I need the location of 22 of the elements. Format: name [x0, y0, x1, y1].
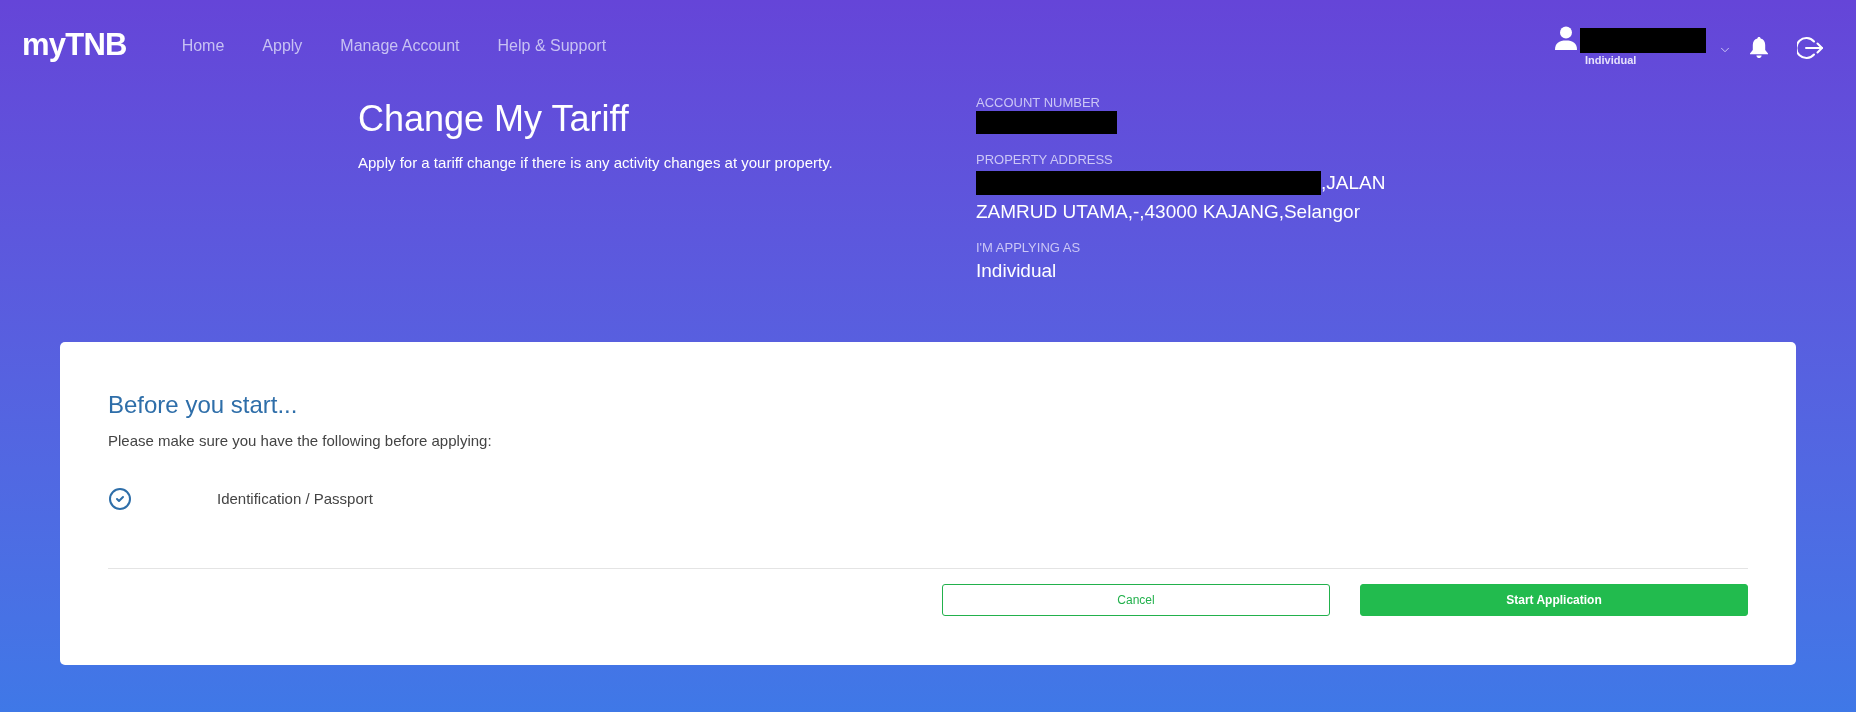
nav-link[interactable]: Manage Account — [340, 34, 460, 58]
checklist-item: Identification / Passport — [217, 488, 373, 509]
card-title: Before you start... — [108, 390, 298, 420]
start-button[interactable]: Start Application — [1360, 584, 1748, 616]
field-value: Individual — [976, 259, 1057, 283]
field-label: PROPERTY ADDRESS — [976, 152, 1113, 168]
nav-link[interactable]: Home — [181, 34, 225, 58]
user-role: Individual — [1585, 53, 1638, 67]
bell-icon[interactable] — [1750, 36, 1768, 58]
address-text: ,JALAN — [1321, 171, 1386, 195]
nav-link[interactable]: Help & Support — [497, 34, 607, 58]
logo[interactable]: myTNB — [22, 28, 127, 60]
field-label: I'M APPLYING AS — [976, 240, 1081, 256]
address-text: ZAMRUD UTAMA,-,43000 KAJANG,Selangor — [976, 200, 1360, 224]
nav-link[interactable]: Apply — [262, 34, 303, 58]
cancel-button[interactable]: Cancel — [942, 584, 1330, 616]
page-title: Change My Tariff — [358, 97, 629, 141]
field-label: ACCOUNT NUMBER — [976, 95, 1100, 111]
card-intro: Please make sure you have the following before applying: — [108, 432, 492, 450]
user-icon[interactable] — [1555, 25, 1577, 50]
logout-icon[interactable] — [1797, 35, 1823, 60]
page-subtitle: Apply for a tariff change if there is any activity changes at your property. — [358, 153, 833, 173]
